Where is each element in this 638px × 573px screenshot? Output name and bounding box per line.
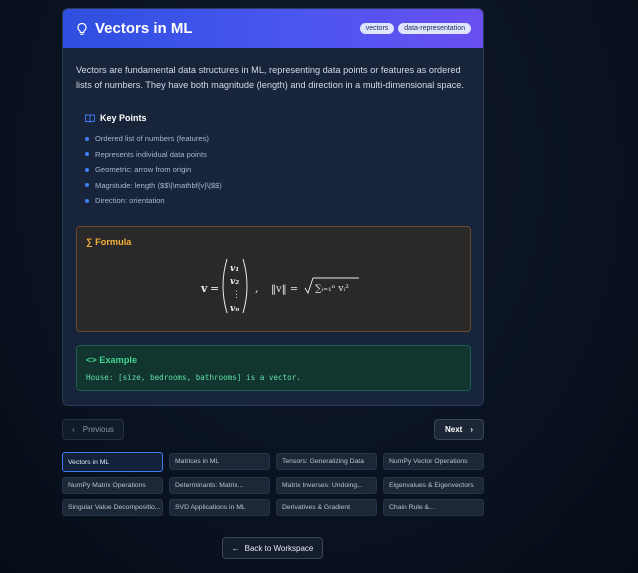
sigma-icon: ∑ — [86, 237, 96, 247]
topic-item[interactable]: NumPy Matrix Operations — [62, 477, 163, 494]
lesson-header: Vectors in ML vectors data-representatio… — [63, 9, 483, 48]
tag-badge: data-representation — [398, 23, 471, 34]
list-item: Magnitude: length ($$\|\mathbf{v}\|$$) — [85, 178, 222, 194]
example-heading: <> Example — [86, 355, 138, 365]
previous-button[interactable]: ‹ Previous — [62, 419, 124, 440]
topic-item[interactable]: Chain Rule &... — [383, 499, 484, 516]
list-item: Represents individual data points — [85, 147, 222, 163]
tag-badge: vectors — [359, 23, 395, 34]
code-icon: <> — [86, 355, 100, 365]
bullet-icon — [85, 198, 89, 203]
topic-item[interactable]: Determinants: Matrix... — [169, 477, 270, 494]
topic-item[interactable]: Matrix Inverses: Undoing... — [276, 477, 377, 494]
topic-item[interactable]: Derivatives & Gradient — [276, 499, 377, 516]
next-button[interactable]: Next › — [434, 419, 484, 440]
example-box: <> Example House: [size, bedrooms, bathr… — [76, 345, 471, 391]
vector-component: v₂ — [230, 277, 239, 287]
topic-item[interactable]: Vectors in ML — [62, 452, 163, 472]
chevron-right-icon: › — [470, 425, 473, 434]
topic-item[interactable]: Tensors: Generalizing Data — [276, 453, 377, 470]
formula-box: ∑ Formula v = v₁ v₂ ⋮ vₙ , ‖v‖ = ∑ᵢ₌₁ⁿ v… — [76, 226, 471, 332]
vector-formula: v = v₁ v₂ ⋮ vₙ , ‖v‖ = ∑ᵢ₌₁ⁿ vᵢ² — [200, 258, 359, 314]
lesson-title: Vectors in ML — [95, 20, 193, 37]
topic-item[interactable]: Matrices in ML — [169, 453, 270, 470]
key-points-list: Ordered list of numbers (features) Repre… — [85, 131, 222, 209]
vector-component: vₙ — [230, 304, 239, 314]
chevron-left-icon: ‹ — [72, 425, 75, 434]
bullet-icon — [85, 167, 89, 172]
bullet-icon — [85, 183, 89, 188]
lightbulb-icon — [75, 22, 89, 36]
topic-item[interactable]: SVD Applications in ML — [169, 499, 270, 516]
back-to-workspace-button[interactable]: ← Back to Workspace — [222, 537, 323, 559]
vector-component: v₁ — [230, 264, 239, 274]
vector-symbol: v — [200, 282, 208, 295]
list-item: Direction: orientation — [85, 193, 222, 209]
lesson-intro: Vectors are fundamental data structures … — [76, 65, 464, 90]
topic-item[interactable]: NumPy Vector Operations — [383, 453, 484, 470]
formula-heading: ∑ Formula — [86, 237, 132, 247]
example-code: House: [size, bedrooms, bathrooms] is a … — [86, 373, 301, 382]
lesson-card: Vectors in ML vectors data-representatio… — [62, 8, 484, 406]
topic-item[interactable]: Singular Value Decompositio... — [62, 499, 163, 516]
key-points-title: Key Points — [100, 113, 147, 123]
bullet-icon — [85, 136, 89, 141]
norm-expression: ‖v‖ = — [271, 284, 298, 295]
book-icon — [85, 114, 95, 123]
topic-item[interactable]: Eigenvalues & Eigenvectors — [383, 477, 484, 494]
arrow-left-icon: ← — [231, 543, 240, 553]
list-item: Ordered list of numbers (features) — [85, 131, 222, 147]
sum-expression: ∑ᵢ₌₁ⁿ vᵢ² — [315, 284, 349, 294]
vector-component: ⋮ — [232, 290, 241, 300]
key-points-heading: Key Points — [85, 113, 147, 123]
topic-grid: Vectors in ML Matrices in ML Tensors: Ge… — [62, 452, 484, 516]
svg-text:,: , — [255, 282, 259, 295]
svg-text:=: = — [210, 282, 219, 295]
bullet-icon — [85, 152, 89, 157]
list-item: Geometric: arrow from origin — [85, 162, 222, 178]
